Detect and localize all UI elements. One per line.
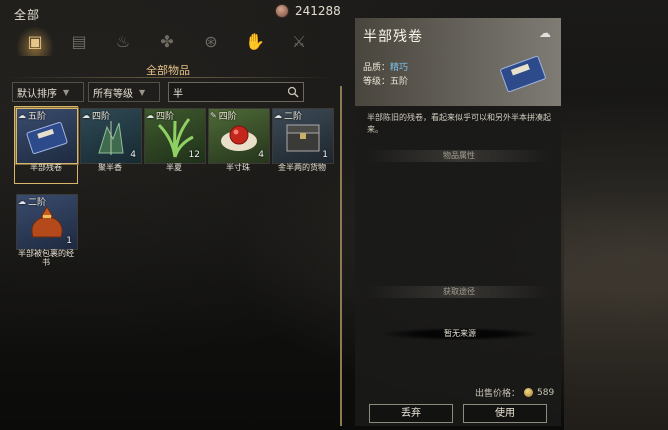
item-quantity: 1 bbox=[66, 236, 72, 246]
category-tabs: ▣ ▤ ♨ ✤ ⊛ ✋ ⚔ bbox=[16, 24, 336, 58]
use-button[interactable]: 使用 bbox=[463, 404, 547, 423]
page-title: 全部 bbox=[14, 8, 41, 22]
item-slot[interactable]: ✎ 四阶 4 半寸珠 bbox=[208, 108, 270, 182]
item-grade: 四阶 bbox=[218, 112, 237, 122]
grade-dropdown[interactable]: 所有等级 ▼ bbox=[88, 82, 160, 102]
item-grade: 五阶 bbox=[28, 112, 47, 122]
search-input[interactable] bbox=[173, 86, 263, 98]
scroll-icon: ▤ bbox=[71, 31, 87, 51]
detail-grade: 等级：五阶 bbox=[363, 77, 409, 87]
currency-display: 241288 bbox=[275, 4, 341, 18]
cloud-icon: ☁ bbox=[18, 197, 26, 206]
sort-dropdown[interactable]: 默认排序 ▼ bbox=[12, 82, 84, 102]
item-name: 半寸珠 bbox=[226, 163, 250, 172]
divider bbox=[6, 77, 336, 78]
item-slot[interactable]: ☁ 二阶 1 半部被包裹的经书 bbox=[16, 194, 78, 268]
tab-fire[interactable]: ♨ bbox=[104, 26, 142, 56]
source-value: 暂无来源 bbox=[385, 328, 535, 340]
tab-skills[interactable]: ✋ bbox=[236, 26, 274, 56]
copper-coin-icon bbox=[275, 4, 289, 18]
detail-header: 半部残卷 品质：精巧 等级：五阶 ☁ bbox=[355, 18, 561, 106]
price-value: 589 bbox=[537, 387, 555, 398]
hand-icon: ✋ bbox=[245, 31, 265, 51]
detail-description: 半部陈旧的残卷，看起来似乎可以和另外半本拼凑起来。 bbox=[367, 113, 551, 134]
cauldron-icon: ⊛ bbox=[204, 31, 218, 51]
item-detail-panel: 半部残卷 品质：精巧 等级：五阶 ☁ 半部陈旧的残卷，看起来似乎可以和另外半本拼… bbox=[355, 18, 561, 426]
gold-coin-icon bbox=[524, 388, 534, 397]
item-grade: 二阶 bbox=[284, 112, 303, 122]
item-slot[interactable]: ☁ 四阶 12 半夏 bbox=[144, 108, 206, 182]
item-quantity: 1 bbox=[322, 150, 328, 160]
item-quantity: 12 bbox=[188, 150, 200, 160]
item-name: 半夏 bbox=[166, 163, 182, 172]
drop-button[interactable]: 丢弃 bbox=[369, 404, 453, 423]
item-quantity: 4 bbox=[130, 150, 136, 160]
sword-icon: ⚔ bbox=[291, 31, 307, 51]
tab-herbs[interactable]: ✤ bbox=[148, 26, 186, 56]
item-name: 聚半香 bbox=[98, 163, 122, 172]
tab-weapons[interactable]: ⚔ bbox=[280, 26, 318, 56]
chevron-down-icon: ▼ bbox=[63, 87, 70, 97]
detail-quality: 品质：精巧 bbox=[363, 63, 409, 73]
inventory-panel: ▣ ▤ ♨ ✤ ⊛ ✋ ⚔ 全部物品 默认排序 ▼ 所有等级 ▼ 半 ☁ 五阶 … bbox=[6, 22, 342, 426]
item-grade: 二阶 bbox=[28, 198, 47, 208]
source-header: 获取途径 bbox=[367, 286, 551, 298]
filter-bar: 默认排序 ▼ 所有等级 ▼ bbox=[12, 82, 304, 102]
item-name: 金半两的货物 bbox=[278, 163, 326, 172]
attributes-header: 物品属性 bbox=[367, 150, 551, 162]
item-grade: 四阶 bbox=[156, 112, 175, 122]
section-title: 全部物品 bbox=[146, 64, 190, 77]
search-icon[interactable] bbox=[287, 86, 299, 98]
box-icon: ▣ bbox=[27, 31, 43, 51]
cloud-icon: ☁ bbox=[274, 111, 282, 120]
item-slot[interactable]: ☁ 四阶 4 聚半香 bbox=[80, 108, 142, 182]
cloud-icon: ☁ bbox=[146, 111, 154, 120]
tab-all[interactable]: ▣ bbox=[16, 26, 54, 56]
item-name: 半部被包裹的经书 bbox=[18, 249, 74, 267]
tab-alchemy[interactable]: ⊛ bbox=[192, 26, 230, 56]
item-slot[interactable]: ☁ 二阶 1 金半两的货物 bbox=[272, 108, 334, 182]
grade-value: 所有等级 bbox=[93, 88, 133, 100]
item-name: 半部残卷 bbox=[30, 163, 62, 172]
item-quantity: 4 bbox=[258, 150, 264, 160]
herb-icon: ✤ bbox=[160, 31, 174, 51]
cloud-icon: ☁ bbox=[82, 111, 90, 120]
cloud-icon: ☁ bbox=[18, 111, 26, 120]
currency-amount: 241288 bbox=[295, 4, 341, 18]
detail-item-name: 半部残卷 bbox=[363, 29, 423, 45]
sell-price: 出售价格： 589 bbox=[475, 386, 555, 400]
item-slot[interactable]: ☁ 五阶 半部残卷 bbox=[14, 106, 78, 184]
cloud-icon: ☁ bbox=[539, 26, 551, 40]
sort-value: 默认排序 bbox=[17, 88, 57, 100]
tab-books[interactable]: ▤ bbox=[60, 26, 98, 56]
item-grade: 四阶 bbox=[92, 112, 111, 122]
scroll-icon: ✎ bbox=[210, 111, 217, 120]
book-icon bbox=[500, 55, 546, 93]
background-scenery bbox=[564, 190, 668, 430]
flame-icon: ♨ bbox=[115, 31, 131, 51]
search-box bbox=[168, 82, 304, 102]
price-label: 出售价格： bbox=[475, 389, 521, 399]
scrollbar[interactable] bbox=[340, 86, 342, 426]
chevron-down-icon: ▼ bbox=[139, 87, 146, 97]
